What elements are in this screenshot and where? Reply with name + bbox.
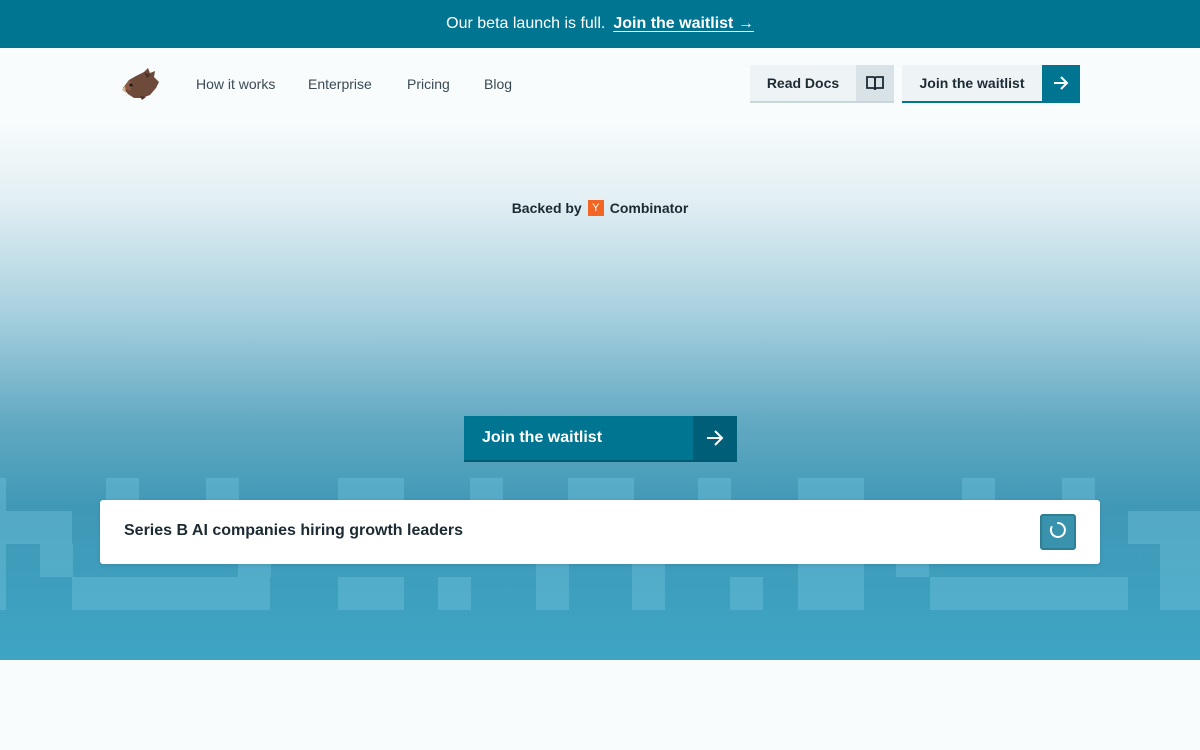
- hero-join-waitlist-label: Join the waitlist: [482, 429, 603, 446]
- nav-pricing[interactable]: Pricing: [407, 76, 450, 92]
- hero-join-waitlist-button[interactable]: Join the waitlist: [464, 416, 737, 460]
- top-navigation: How it works Enterprise Pricing Blog Rea…: [0, 48, 1200, 120]
- read-docs-label: Read Docs: [766, 75, 840, 91]
- boar-logo-icon[interactable]: [120, 66, 162, 102]
- banner-waitlist-link[interactable]: Join the waitlist →: [613, 15, 753, 33]
- nav-join-waitlist-label: Join the waitlist: [919, 75, 1025, 91]
- search-bar[interactable]: Series B AI companies hiring growth lead…: [100, 500, 1100, 564]
- nav-enterprise[interactable]: Enterprise: [308, 76, 372, 92]
- announcement-banner: Our beta launch is full. Join the waitli…: [0, 0, 1200, 48]
- nav-how-it-works[interactable]: How it works: [196, 76, 275, 92]
- search-submit-button[interactable]: [1040, 514, 1076, 550]
- banner-text: Our beta launch is full.: [446, 15, 606, 32]
- yc-logo-icon: Y: [587, 200, 604, 216]
- backed-by-prefix: Backed by: [511, 200, 582, 216]
- arrow-right-icon: [1042, 65, 1080, 101]
- nav-join-waitlist-button[interactable]: Join the waitlist: [902, 65, 1080, 103]
- book-icon: [856, 65, 894, 101]
- backed-by-suffix: Combinator: [609, 200, 689, 216]
- nav-blog[interactable]: Blog: [484, 76, 512, 92]
- loading-spinner-icon: [1048, 520, 1068, 545]
- search-query-text[interactable]: Series B AI companies hiring growth lead…: [124, 522, 463, 540]
- backed-by-yc: Backed by Y Combinator: [0, 200, 1200, 216]
- arrow-right-icon: [693, 416, 737, 460]
- hero-section: Backed by Y Combinator Join the waitlist…: [0, 120, 1200, 660]
- read-docs-button[interactable]: Read Docs: [750, 65, 894, 103]
